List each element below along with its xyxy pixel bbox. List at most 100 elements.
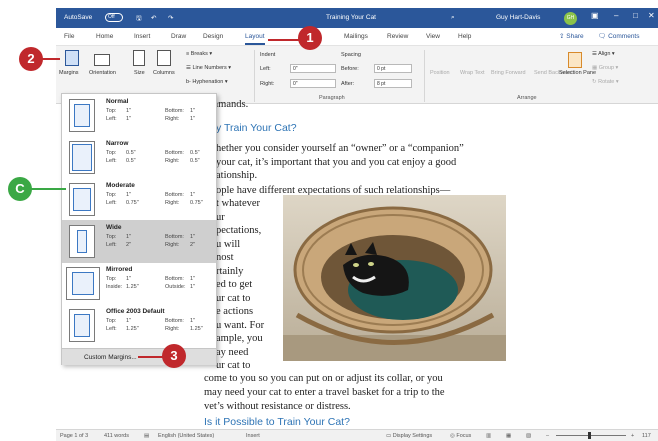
- word-count[interactable]: 411 words: [104, 433, 129, 439]
- tab-help[interactable]: Help: [458, 33, 471, 40]
- share-button[interactable]: ⇪ Share: [559, 32, 584, 40]
- tab-home[interactable]: Home: [96, 33, 113, 40]
- zoom-level[interactable]: 117: [642, 433, 651, 439]
- avatar[interactable]: GH: [564, 12, 577, 25]
- before-label: Before:: [341, 66, 359, 72]
- columns-button[interactable]: Columns: [153, 70, 175, 76]
- margin-option-wide[interactable]: Wide Top: 1" Bottom: 1" Left: 2" Right: …: [62, 220, 216, 263]
- margin-option-narrow[interactable]: Narrow Top: 0.5" Bottom: 0.5" Left: 0.5"…: [62, 136, 216, 179]
- align-button[interactable]: ☰ Align ▾: [592, 51, 615, 57]
- save-icon[interactable]: 🖫: [136, 14, 142, 25]
- tab-review[interactable]: Review: [387, 33, 408, 40]
- margin-key: Bottom:: [165, 192, 184, 198]
- hyphenation-button[interactable]: b‑ Hyphenation ▾: [186, 79, 228, 85]
- margin-option-title: Mirrored: [106, 266, 133, 273]
- margin-value: 0.5": [190, 158, 200, 164]
- group-button[interactable]: ▦ Group ▾: [592, 65, 618, 71]
- margin-key: Right:: [165, 116, 180, 122]
- align-label: Align: [598, 51, 611, 57]
- page-preview-icon: [66, 267, 100, 300]
- position-button[interactable]: Position: [430, 70, 450, 76]
- tab-view[interactable]: View: [426, 33, 440, 40]
- wrap-text-button[interactable]: Wrap Text: [460, 70, 485, 76]
- columns-icon[interactable]: [157, 50, 171, 66]
- zoom-out-icon[interactable]: –: [546, 433, 549, 439]
- focus-label: Focus: [456, 433, 472, 439]
- close-icon[interactable]: ✕: [648, 11, 655, 20]
- tab-insert[interactable]: Insert: [134, 33, 150, 40]
- margin-key: Bottom:: [165, 234, 184, 240]
- breaks-label: Breaks: [190, 51, 208, 57]
- line-numbers-button[interactable]: ☰ Line Numbers ▾: [186, 65, 231, 71]
- size-icon[interactable]: [133, 50, 145, 66]
- margin-option-office-2003-default[interactable]: Office 2003 Default Top: 1" Bottom: 1" L…: [62, 304, 216, 347]
- group-label: Group: [598, 65, 615, 71]
- margin-key: Top:: [106, 318, 117, 324]
- callout-3: 3: [162, 344, 186, 368]
- before-input[interactable]: 0 pt: [374, 64, 412, 73]
- indent-right-input[interactable]: 0": [290, 79, 336, 88]
- zoom-slider[interactable]: [556, 435, 626, 436]
- margin-option-mirrored[interactable]: Mirrored Top: 1" Bottom: 1" Inside: 1.25…: [62, 262, 216, 305]
- orientation-button[interactable]: Orientation: [89, 70, 116, 76]
- comments-button[interactable]: 🗨 Comments: [598, 32, 640, 40]
- margin-option-title: Normal: [106, 98, 129, 105]
- bring-forward-button[interactable]: Bring Forward: [491, 70, 526, 76]
- page-preview-icon: [69, 225, 95, 258]
- status-bar: Page 1 of 3 411 words ▤ English (United …: [56, 429, 658, 441]
- minimize-icon[interactable]: –: [614, 11, 618, 20]
- callout-c-pointer: [30, 188, 66, 190]
- insert-mode[interactable]: Insert: [246, 433, 260, 439]
- margin-option-normal[interactable]: Normal Top: 1" Bottom: 1" Left: 1" Right…: [62, 94, 216, 137]
- tab-design[interactable]: Design: [203, 33, 223, 40]
- print-layout-icon[interactable]: ▦: [506, 433, 511, 439]
- zoom-slider-thumb[interactable]: [588, 432, 591, 439]
- callout-2: 2: [19, 47, 43, 71]
- autosave-label: AutoSave: [64, 14, 93, 21]
- doc-text: vet’s without resistance or distress.: [204, 401, 351, 412]
- tab-layout[interactable]: Layout: [245, 33, 265, 45]
- display-settings-button[interactable]: ▭ Display Settings: [386, 433, 432, 439]
- doc-text: ay need: [216, 347, 249, 358]
- maximize-icon[interactable]: □: [633, 11, 638, 20]
- breaks-button[interactable]: ≡ Breaks ▾: [186, 51, 212, 57]
- indent-left-input[interactable]: 0": [290, 64, 336, 73]
- autosave-toggle[interactable]: Off: [105, 13, 123, 22]
- margin-value: 1": [190, 234, 196, 240]
- language[interactable]: English (United States): [158, 433, 214, 439]
- tab-draw[interactable]: Draw: [171, 33, 186, 40]
- margin-option-moderate[interactable]: Moderate Top: 1" Bottom: 1" Left: 0.75" …: [62, 178, 216, 221]
- size-button[interactable]: Size: [134, 70, 145, 76]
- margin-value: 1": [126, 116, 132, 122]
- proofing-icon[interactable]: ▤: [144, 433, 149, 439]
- page-count[interactable]: Page 1 of 3: [60, 433, 88, 439]
- search-icon[interactable]: ⌕: [451, 14, 455, 22]
- orientation-icon[interactable]: [94, 54, 110, 66]
- tab-file[interactable]: File: [64, 33, 74, 40]
- redo-icon[interactable]: ↷: [168, 14, 173, 22]
- margin-value: 1.25": [126, 326, 139, 332]
- after-input[interactable]: 8 pt: [374, 79, 412, 88]
- ribbon-display-icon[interactable]: ▣: [591, 11, 599, 20]
- margin-option-title: Office 2003 Default: [106, 308, 165, 315]
- doc-text: e actions: [216, 306, 254, 317]
- margins-button[interactable]: Margins: [59, 70, 79, 76]
- cat-photo[interactable]: [283, 195, 506, 361]
- focus-button[interactable]: ◎ Focus: [450, 433, 471, 439]
- rotate-button[interactable]: ↻ Rotate ▾: [592, 79, 619, 85]
- zoom-in-icon[interactable]: +: [631, 433, 634, 439]
- undo-icon[interactable]: ↶: [151, 14, 156, 22]
- tab-mailings[interactable]: Mailings: [344, 33, 368, 40]
- callout-3-pointer: [138, 356, 164, 358]
- margin-value: 1": [190, 276, 196, 282]
- read-mode-icon[interactable]: ▥: [486, 433, 491, 439]
- page-preview-icon: [69, 99, 95, 132]
- selection-pane-button[interactable]: Selection Pane: [559, 70, 596, 76]
- doc-text: ur: [216, 212, 225, 223]
- web-layout-icon[interactable]: ▧: [526, 433, 531, 439]
- margin-value: 1": [190, 116, 196, 122]
- margin-value: 2": [190, 242, 196, 248]
- selection-pane-icon[interactable]: [568, 52, 582, 68]
- margin-value: 1.25": [126, 284, 139, 290]
- margins-icon[interactable]: [65, 50, 79, 66]
